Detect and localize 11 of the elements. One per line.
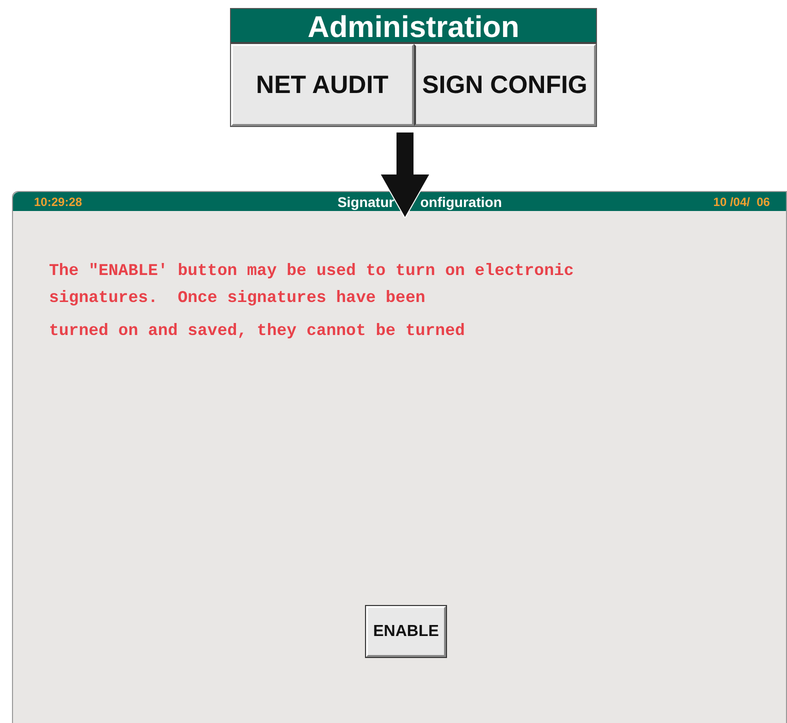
message-text: turned on and saved, they cannot be turned — [49, 321, 466, 342]
menu-title: Administration — [231, 9, 596, 42]
message-text: The "ENABLE' button may be used to turn on electronic — [49, 261, 575, 282]
message-text: signatures. Once signatures have been — [49, 288, 426, 309]
menu-button[interactable]: NET AUDIT — [231, 44, 414, 126]
menu-button[interactable]: SIGN CONFIG — [414, 44, 596, 126]
screen-title: Signatur — [337, 194, 394, 210]
screen-title: onfiguration — [420, 194, 502, 210]
clock-text: 10:29:28 — [34, 194, 82, 208]
date-text: 10 /04/ 06 — [713, 194, 770, 208]
enable-button[interactable]: ENABLE — [366, 606, 446, 657]
